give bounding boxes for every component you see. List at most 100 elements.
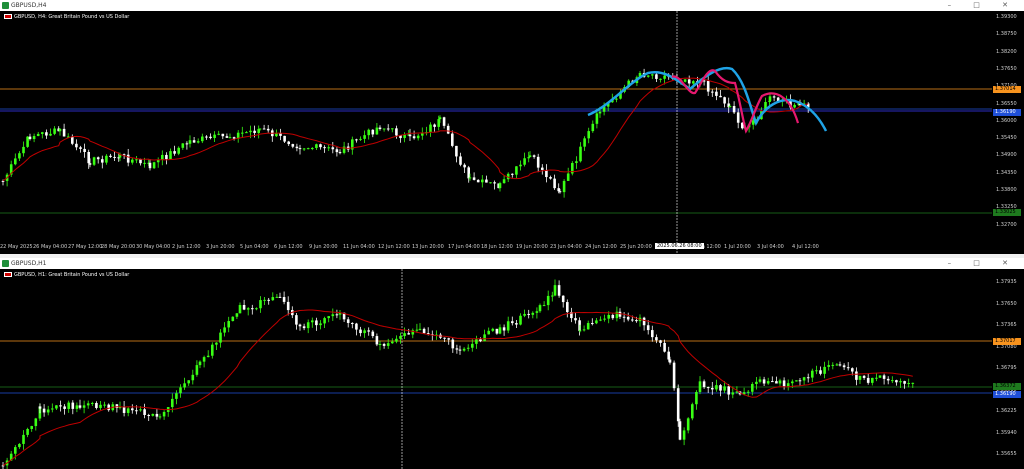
candle-body	[446, 125, 450, 134]
candle-body	[302, 148, 306, 150]
candle-body	[719, 385, 722, 391]
candle-body	[245, 132, 248, 134]
candle-body	[659, 78, 662, 80]
candlestick-chart-h1[interactable]	[0, 269, 992, 469]
candle-body	[429, 124, 432, 133]
chart-window-icon	[2, 260, 9, 267]
price-level-badge: 1.37014	[993, 86, 1021, 93]
chart-window-h4[interactable]: GBPUSD,H4 – □ ✕ GBPUSD, H4: Great Britai…	[0, 0, 1024, 254]
candle-body	[228, 137, 232, 139]
candle-body	[715, 385, 718, 390]
moving-average-line	[2, 309, 913, 466]
candle-body	[75, 405, 79, 409]
candle-body	[672, 362, 676, 389]
candle-body	[255, 308, 258, 310]
candle-body	[105, 155, 108, 163]
candle-body	[36, 133, 40, 137]
candle-body	[359, 329, 362, 334]
candle-body	[583, 138, 586, 147]
window-titlebar-h1[interactable]: GBPUSD,H1 – □ ✕	[0, 258, 1024, 269]
candle-body	[217, 133, 220, 135]
candle-body	[306, 322, 310, 329]
candle-body	[382, 128, 386, 130]
candle-body	[196, 141, 200, 143]
candle-body	[663, 75, 666, 79]
candle-body	[298, 148, 302, 150]
candle-body	[231, 316, 235, 322]
price-tick-label: 1.36000	[996, 117, 1017, 124]
chart-window-icon	[2, 2, 9, 9]
candle-body	[582, 329, 586, 331]
candle-body	[899, 381, 902, 383]
candle-body	[158, 416, 162, 418]
candle-body	[802, 377, 806, 381]
candle-body	[101, 159, 104, 163]
candle-body	[161, 154, 164, 160]
candle-body	[566, 302, 569, 313]
candle-body	[851, 368, 854, 372]
time-tick-label: 27 May 12:00	[68, 244, 103, 250]
candle-body	[311, 320, 314, 323]
time-tick-label: 19 Jun 20:00	[516, 244, 548, 250]
candle-body	[483, 334, 486, 342]
candle-body	[371, 331, 375, 337]
candle-body	[412, 136, 416, 139]
candle-body	[422, 328, 426, 334]
candle-body	[663, 342, 666, 352]
candle-body	[771, 381, 774, 383]
candle-body	[335, 149, 339, 153]
candle-body	[535, 311, 539, 313]
candle-body	[479, 339, 482, 342]
candle-body	[871, 377, 874, 383]
projection-curve-blue	[587, 66, 828, 132]
candle-body	[42, 408, 46, 413]
candle-body	[691, 404, 694, 419]
moving-average-line	[2, 77, 809, 182]
candle-body	[553, 285, 557, 296]
candle-body	[615, 98, 618, 100]
candle-body	[259, 300, 262, 309]
candle-body	[225, 136, 229, 138]
candle-body	[367, 129, 370, 136]
candle-body	[455, 348, 459, 350]
candle-body	[246, 308, 250, 310]
candle-body	[215, 342, 218, 345]
candle-body	[171, 398, 174, 408]
candle-body	[335, 314, 339, 316]
time-tick-label: 1 Jul 20:00	[724, 244, 751, 250]
gbp-flag-icon	[4, 272, 12, 277]
price-tick-label: 1.32700	[996, 221, 1017, 228]
candle-body	[88, 163, 92, 165]
window-titlebar-h4[interactable]: GBPUSD,H4 – □ ✕	[0, 0, 1024, 11]
candle-body	[607, 314, 610, 319]
price-level-badge: 1.36190	[993, 391, 1021, 398]
candle-body	[1, 465, 5, 467]
candle-body	[519, 164, 522, 167]
candle-body	[355, 139, 358, 141]
candle-body	[579, 146, 582, 162]
chart-window-h1[interactable]: GBPUSD,H1 – □ ✕ GBPUSD, H1: Great Britai…	[0, 258, 1024, 469]
candle-body	[528, 155, 532, 158]
window-controls-h4[interactable]: – □ ✕	[948, 0, 1018, 11]
candle-body	[463, 164, 466, 168]
window-controls-h1[interactable]: – □ ✕	[948, 258, 1018, 269]
candle-body	[575, 161, 578, 164]
window-title-h1: GBPUSD,H1	[11, 260, 47, 267]
candle-body	[786, 383, 790, 387]
candle-body	[493, 182, 496, 184]
candle-body	[515, 323, 518, 325]
candle-body	[151, 413, 155, 416]
candle-body	[511, 173, 514, 175]
candle-body	[551, 295, 554, 297]
candle-body	[177, 147, 180, 154]
gbp-flag-icon	[4, 14, 12, 19]
candle-body	[858, 375, 862, 380]
candle-body	[30, 426, 33, 429]
candle-body	[561, 295, 565, 303]
candle-body	[723, 386, 726, 391]
candle-body	[355, 323, 358, 330]
candle-body	[287, 141, 290, 145]
price-level-badge: 1.33025	[993, 209, 1021, 216]
candle-body	[527, 313, 530, 315]
candlestick-chart-h4[interactable]	[0, 11, 992, 254]
